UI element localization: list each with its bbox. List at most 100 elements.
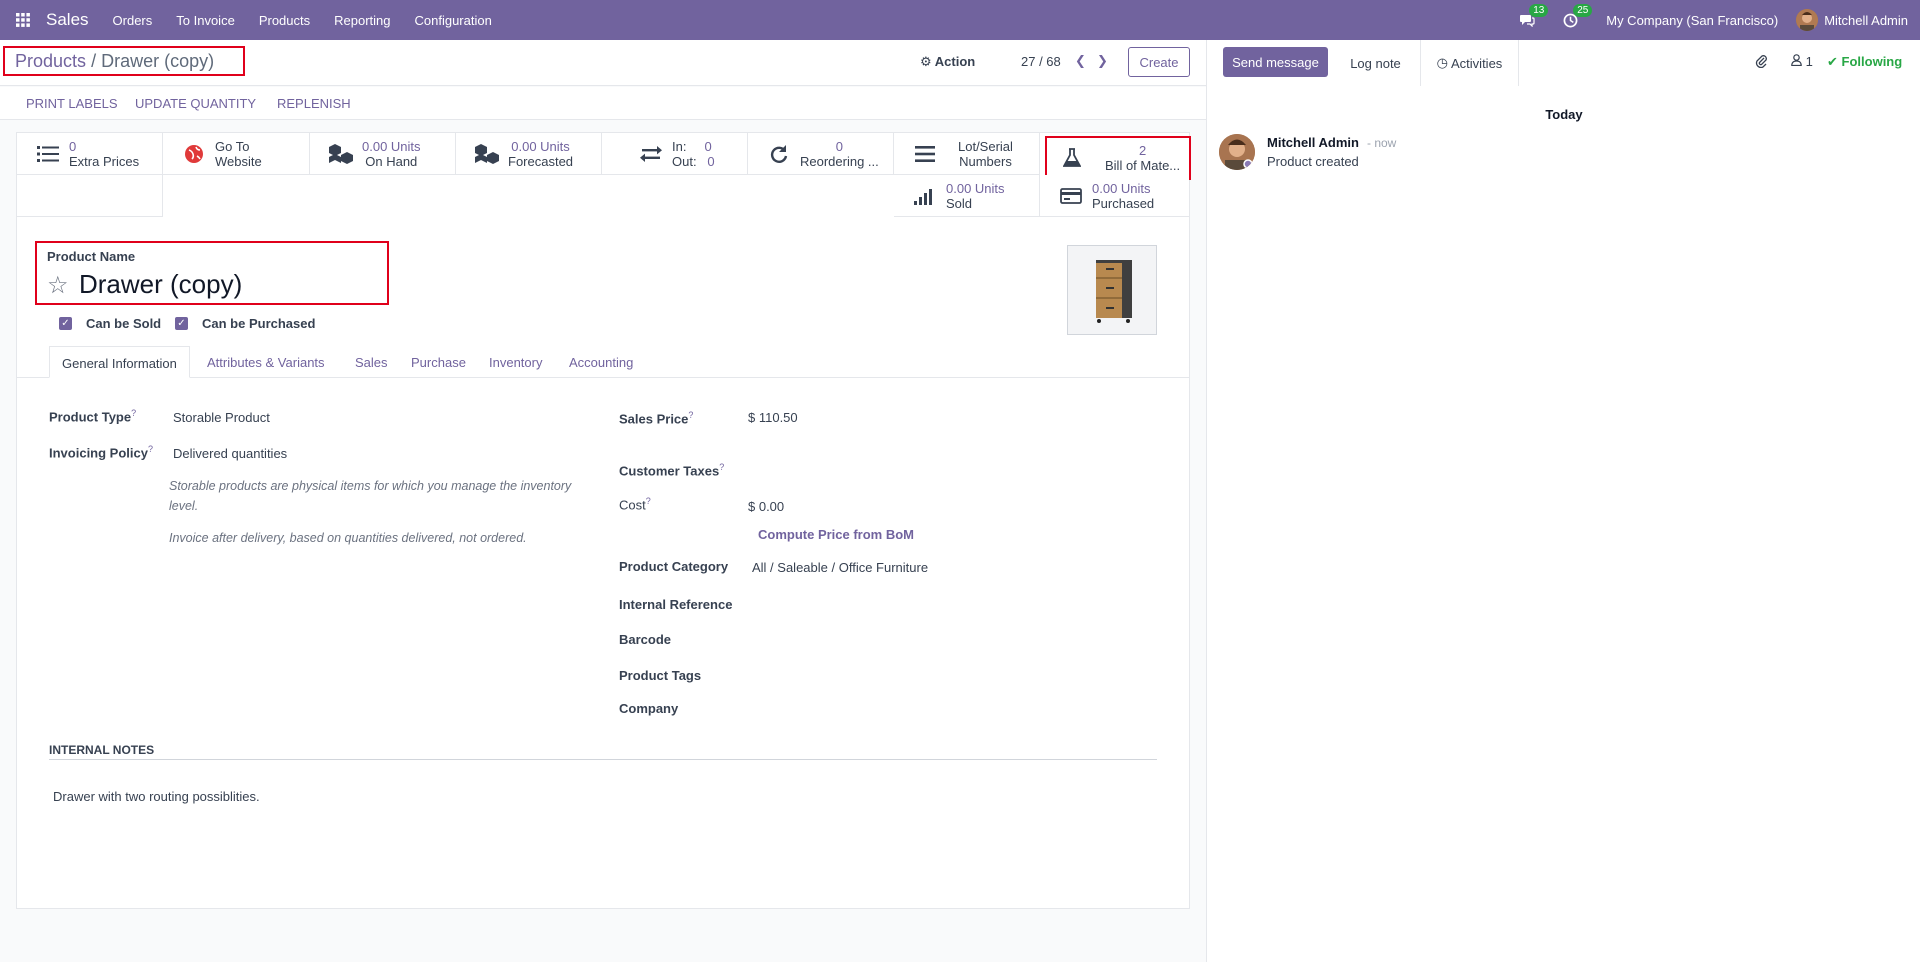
tab-attributes-variants[interactable]: Attributes & Variants	[195, 346, 337, 378]
can-be-purchased-label: Can be Purchased	[202, 316, 316, 331]
product-type-value[interactable]: Storable Product	[173, 410, 270, 425]
flask-icon	[1057, 148, 1087, 168]
menu-products[interactable]: Products	[259, 13, 310, 28]
lot-serial-smart-button[interactable]: Lot/Serial Numbers	[894, 133, 1040, 175]
cubes-icon	[472, 143, 502, 164]
message-author[interactable]: Mitchell Admin	[1267, 135, 1359, 150]
send-message-button[interactable]: Send message	[1223, 47, 1328, 77]
form-header: PRINT LABELS UPDATE QUANTITY REPLENISH	[0, 87, 1206, 120]
messages-button[interactable]: 13	[1519, 4, 1549, 27]
pager-value[interactable]: 27 / 68	[1021, 54, 1061, 69]
action-menu-button[interactable]: ⚙ Action	[920, 54, 975, 70]
action-label: Action	[934, 54, 976, 69]
menu-configuration[interactable]: Configuration	[415, 13, 492, 28]
help-icon[interactable]: ?	[646, 496, 651, 506]
compute-price-from-bom-button[interactable]: Compute Price from BoM	[758, 527, 914, 542]
user-avatar	[1796, 9, 1819, 31]
help-icon[interactable]: ?	[131, 408, 136, 418]
forecasted-smart-button[interactable]: 0.00 Units Forecasted	[456, 133, 602, 175]
message-author-avatar[interactable]	[1219, 134, 1255, 170]
tab-sales[interactable]: Sales	[343, 346, 400, 378]
app-name[interactable]: Sales	[46, 10, 89, 30]
product-name-input[interactable]: Drawer (copy)	[79, 269, 242, 300]
tab-inventory[interactable]: Inventory	[477, 346, 554, 378]
breadcrumb: Products / Drawer (copy)	[3, 46, 245, 76]
chatter-topbar: Send message Log note ◷ Activities 1 ✔ F…	[1207, 40, 1920, 86]
on-hand-value: 0.00 Units	[362, 138, 421, 154]
following-label: Following	[1841, 54, 1903, 69]
product-category-value[interactable]: All / Saleable / Office Furniture	[752, 560, 928, 575]
on-hand-label: On Hand	[365, 153, 418, 169]
product-type-label: Product Type?	[49, 408, 137, 425]
website-line1: Go To	[215, 138, 250, 154]
help-icon[interactable]: ?	[719, 462, 724, 472]
barcode-label: Barcode	[619, 632, 672, 647]
user-menu[interactable]: Mitchell Admin	[1796, 9, 1908, 31]
internal-notes-text[interactable]: Drawer with two routing possiblities.	[53, 789, 260, 804]
extra-prices-smart-button[interactable]: 0 Extra Prices	[17, 133, 163, 175]
breadcrumb-products[interactable]: Products	[15, 51, 86, 71]
help-icon[interactable]: ?	[148, 444, 153, 454]
sales-price-label: Sales Price?	[619, 410, 694, 427]
website-line2: Website	[215, 153, 262, 169]
on-hand-smart-button[interactable]: 0.00 Units On Hand	[310, 133, 456, 175]
pager-previous-icon[interactable]: ❮	[1075, 53, 1086, 69]
form-view: Products / Drawer (copy) ⚙ Action 27 / 6…	[0, 40, 1206, 962]
company-switcher[interactable]: My Company (San Francisco)	[1606, 13, 1778, 28]
tab-accounting[interactable]: Accounting	[557, 346, 645, 378]
cubes-icon	[326, 143, 356, 164]
bill-of-materials-smart-button[interactable]: 2 Bill of Mate...	[1045, 136, 1191, 180]
can-be-purchased-checkbox[interactable]: ✓	[175, 317, 188, 330]
cost-label: Cost?	[619, 496, 651, 513]
replenish-button[interactable]: REPLENISH	[277, 96, 351, 111]
followers-button[interactable]: 1	[1791, 54, 1813, 69]
forecasted-value: 0.00 Units	[511, 138, 570, 154]
reordering-smart-button[interactable]: 0 Reordering ...	[748, 133, 894, 175]
purchased-value: 0.00 Units	[1092, 180, 1151, 196]
reordering-label: Reordering ...	[800, 153, 879, 169]
tab-general-information[interactable]: General Information	[49, 346, 190, 378]
menu-to-invoice[interactable]: To Invoice	[176, 13, 235, 28]
activities-button[interactable]: ◷ Activities	[1421, 40, 1519, 86]
activities-badge: 25	[1573, 3, 1593, 17]
product-name-field: Product Name ☆ Drawer (copy)	[35, 241, 389, 305]
log-note-button[interactable]: Log note	[1331, 40, 1421, 86]
sales-price-value[interactable]: $ 110.50	[748, 410, 798, 425]
apps-menu-icon[interactable]	[0, 0, 46, 40]
print-labels-button[interactable]: PRINT LABELS	[26, 96, 118, 111]
following-button[interactable]: ✔ Following	[1827, 54, 1902, 70]
invoicing-policy-value[interactable]: Delivered quantities	[173, 446, 287, 461]
in-out-smart-button[interactable]: In: 0 Out: 0	[602, 133, 748, 175]
update-quantity-button[interactable]: UPDATE QUANTITY	[135, 96, 256, 111]
list-icon	[33, 145, 63, 163]
help-icon[interactable]: ?	[688, 410, 693, 420]
bars-icon	[910, 145, 940, 163]
can-be-sold-checkbox[interactable]: ✓	[59, 317, 72, 330]
can-be-sold-label: Can be Sold	[86, 316, 162, 331]
paperclip-icon[interactable]	[1755, 53, 1767, 71]
activities-button[interactable]: 25	[1563, 3, 1593, 28]
date-separator: Today	[1545, 107, 1583, 122]
credit-card-icon	[1056, 187, 1086, 204]
user-icon	[1791, 54, 1806, 69]
favorite-star-icon[interactable]: ☆	[47, 271, 69, 300]
top-navbar: Sales Orders To Invoice Products Reporti…	[0, 0, 1920, 40]
sold-smart-button[interactable]: 0.00 Units Sold	[894, 175, 1040, 217]
create-button[interactable]: Create	[1128, 47, 1190, 77]
menu-reporting[interactable]: Reporting	[334, 13, 390, 28]
go-to-website-smart-button[interactable]: Go To Website	[163, 133, 310, 175]
extra-prices-button[interactable]	[17, 175, 163, 217]
chatter-panel: Send message Log note ◷ Activities 1 ✔ F…	[1206, 40, 1920, 962]
menu-orders[interactable]: Orders	[113, 13, 153, 28]
cost-value[interactable]: $ 0.00	[748, 499, 784, 514]
product-image[interactable]	[1067, 245, 1157, 335]
purchased-smart-button[interactable]: 0.00 Units Purchased	[1040, 175, 1189, 217]
in-value: 0	[704, 138, 712, 154]
extra-prices-label: Extra Prices	[69, 153, 140, 169]
notebook-tabs: General Information Attributes & Variant…	[17, 346, 1189, 378]
tab-purchase[interactable]: Purchase	[399, 346, 478, 378]
in-label: In:	[672, 138, 687, 154]
pager-next-icon[interactable]: ❯	[1097, 53, 1108, 69]
refresh-icon	[764, 144, 794, 164]
internal-reference-label: Internal Reference	[619, 597, 733, 612]
